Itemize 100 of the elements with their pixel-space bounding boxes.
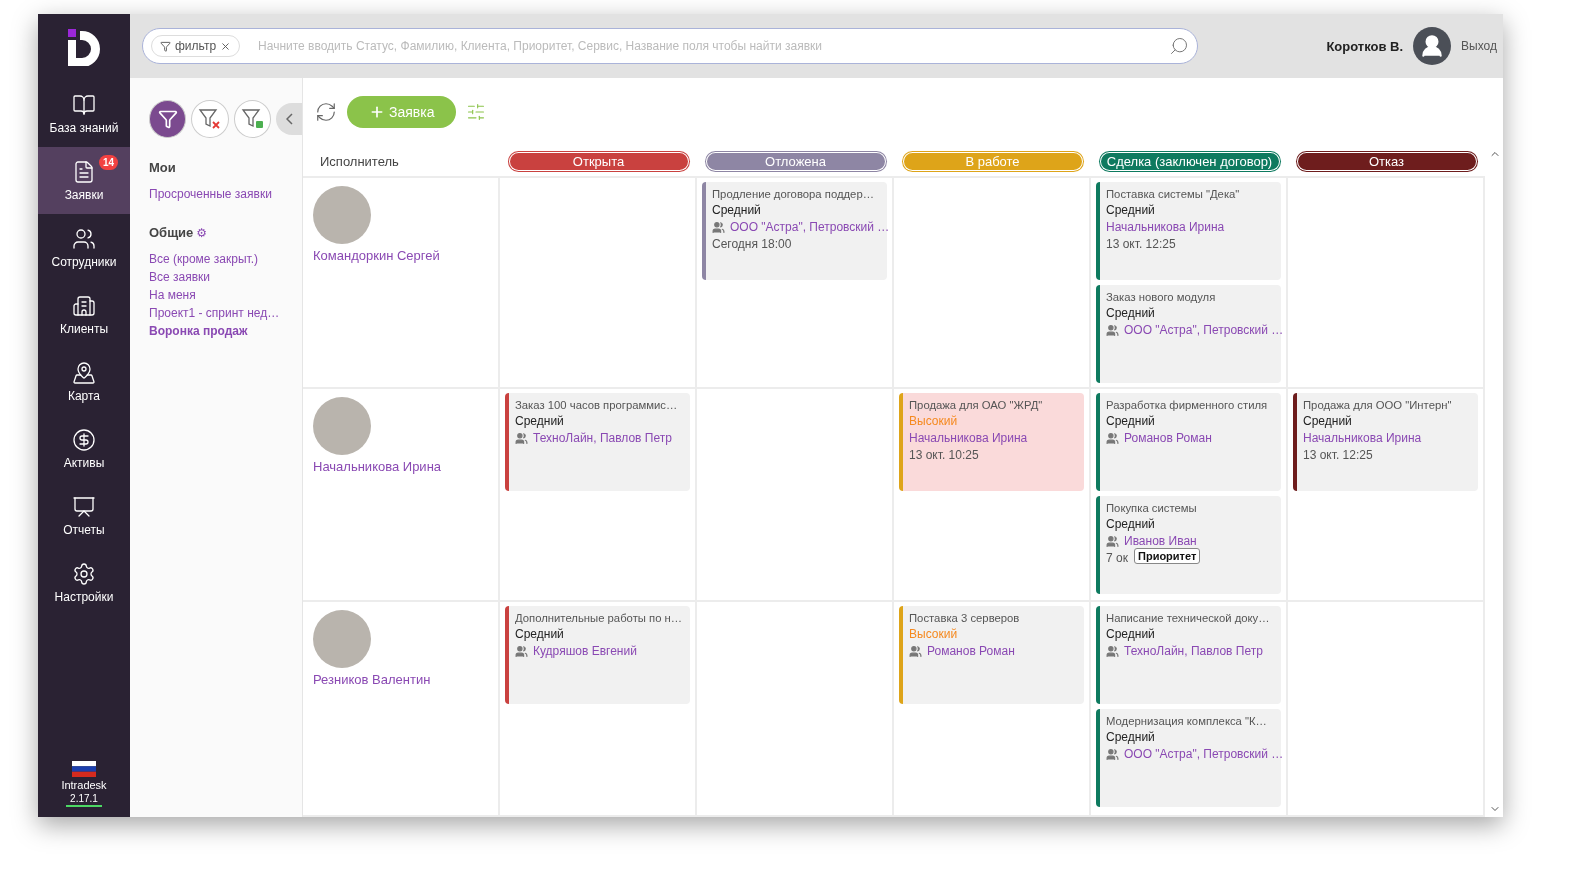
priority-label: Средний	[1106, 203, 1156, 217]
filter-clear-icon	[198, 108, 223, 130]
search-icon[interactable]	[1169, 36, 1189, 56]
nav-item[interactable]: Клиенты	[38, 281, 130, 348]
request-card[interactable]: Модернизация комплекса "К… Средний ООО "Астра", Петровский …	[1096, 709, 1281, 807]
card-title: Поставка системы "Дека"	[1106, 188, 1241, 200]
nav-item[interactable]: Карта	[38, 348, 130, 415]
assignee-link[interactable]: Начальникова Ирина	[1106, 220, 1225, 234]
chip-label: фильтр	[175, 39, 217, 53]
status-pill: Отложена	[705, 151, 886, 171]
nav-item[interactable]: База знаний	[38, 80, 130, 147]
filter-link[interactable]: Проект1 - спринт нед…	[149, 304, 302, 322]
nav-label: Карта	[67, 388, 101, 403]
performer-name[interactable]: Начальникова Ирина	[313, 459, 488, 474]
priority-label: Средний	[1106, 627, 1156, 641]
people-icon	[1106, 323, 1119, 337]
people-icon	[1106, 431, 1119, 445]
building-icon	[72, 293, 96, 318]
refresh-button[interactable]	[315, 101, 337, 123]
request-card[interactable]: Дополнительные работы по н… Средний Кудряшов Евгений	[505, 606, 690, 704]
logo-icon	[66, 28, 102, 66]
filter-link[interactable]: На меня	[149, 286, 302, 304]
settings-icon	[72, 561, 96, 586]
request-card[interactable]: Поставка системы "Дека" Средний Начальникова Ирина 13 окт. 12:25	[1096, 182, 1281, 280]
request-card[interactable]: Поставка 3 серверов Высокий Романов Роман	[899, 606, 1084, 704]
nav-item[interactable]: Настройки	[38, 549, 130, 616]
card-title: Поставка 3 серверов	[909, 612, 1021, 624]
settings-icon[interactable]: ⚙	[196, 225, 208, 240]
card-title: Покупка системы	[1106, 502, 1198, 514]
collapse-button[interactable]	[276, 103, 302, 135]
people-icon	[909, 644, 922, 658]
search-field[interactable]: фильтр Начните вводить Статус, Фамилию, Клиента, Приоритет, Сервис, Название поля чтобы найти заявки	[142, 28, 1198, 64]
priority-label: Средний	[712, 203, 762, 217]
nav-item[interactable]: Заявки 14	[38, 147, 130, 214]
priority-label: Высокий	[909, 627, 959, 641]
assignee-link[interactable]: Иванов Иван	[1106, 534, 1197, 548]
performer-name[interactable]: Командоркин Сергей	[313, 248, 488, 263]
flag-icon[interactable]	[72, 761, 96, 777]
card-title: Заказ 100 часов программис…	[515, 399, 679, 411]
map-icon	[72, 360, 96, 385]
dollar-icon	[72, 427, 96, 452]
nav-label: Настройки	[54, 589, 114, 604]
nav-item[interactable]: Отчеты	[38, 482, 130, 549]
assignee-link[interactable]: ТехноЛайн, Павлов Петр	[1106, 644, 1263, 658]
priority-label: Средний	[1106, 306, 1156, 320]
nav-item[interactable]: Сотрудники	[38, 214, 130, 281]
card-title: Модернизация комплекса "К…	[1106, 715, 1268, 727]
card-date: 7 ок	[1106, 551, 1128, 565]
card-title: Заказ нового модуля	[1106, 291, 1217, 303]
assignee-link[interactable]: Начальникова Ирина	[909, 431, 1028, 445]
card-title: Продление договора поддер…	[712, 188, 875, 200]
nav-label: База знаний	[49, 120, 119, 135]
filter-button[interactable]	[149, 100, 187, 138]
assignee-link[interactable]: Кудряшов Евгений	[515, 644, 637, 658]
request-card[interactable]: Продажа для ООО "Интерн" Средний Начальникова Ирина 13 окт. 12:25	[1293, 393, 1478, 491]
filter-link[interactable]: Просроченные заявки	[149, 185, 302, 203]
people-icon	[1106, 534, 1119, 548]
filter-button[interactable]	[233, 100, 272, 138]
card-title: Разработка фирменного стиля	[1106, 399, 1269, 411]
request-card[interactable]: Заказ нового модуля Средний ООО "Астра", Петровский …	[1096, 285, 1281, 383]
filter-link[interactable]: Все (кроме закрыт.)	[149, 250, 302, 268]
card-date: 13 окт. 12:25	[1106, 237, 1176, 251]
version-label: 2.17.1	[66, 793, 102, 807]
priority-label: Средний	[515, 414, 565, 428]
filter-link[interactable]: Все заявки	[149, 268, 302, 286]
assignee-link[interactable]: ООО "Астра", Петровский …	[1106, 323, 1284, 337]
sliders-icon[interactable]	[466, 102, 487, 122]
request-card[interactable]: Написание технической доку… Средний ТехноЛайн, Павлов Петр	[1096, 606, 1281, 704]
request-card[interactable]: Продажа для ОАО "ЖРД" Высокий Начальникова Ирина 13 окт. 10:25	[899, 393, 1084, 491]
assignee-link[interactable]: ООО "Астра", Петровский …	[1106, 747, 1284, 761]
user-name: Коротков В.	[1326, 38, 1404, 54]
nav-item[interactable]: Активы	[38, 415, 130, 482]
people-icon	[72, 226, 96, 251]
assignee-link[interactable]: Романов Роман	[1106, 431, 1212, 445]
column-header: Исполнитель	[319, 153, 399, 169]
filter-button[interactable]	[191, 100, 229, 138]
card-date: Сегодня 18:00	[712, 237, 792, 251]
status-pill: Сделка (заключен договор)	[1099, 151, 1280, 171]
assignee-link[interactable]: Романов Роман	[909, 644, 1015, 658]
performer-name[interactable]: Резников Валентин	[313, 672, 488, 687]
filter-icon	[160, 40, 171, 52]
assignee-link[interactable]: ООО "Астра", Петровский …	[712, 220, 890, 234]
card-title: Продажа для ОАО "ЖРД"	[909, 399, 1044, 411]
count-badge: 14	[99, 155, 119, 170]
avatar-icon[interactable]	[1413, 27, 1452, 65]
close-icon[interactable]	[220, 40, 232, 52]
card-title: Дополнительные работы по н…	[515, 612, 684, 624]
logout-link[interactable]: Выход	[1461, 39, 1497, 53]
people-icon	[1106, 644, 1119, 658]
document-icon	[72, 159, 96, 184]
filter-link[interactable]: Воронка продаж	[149, 322, 302, 340]
chevron-left-icon	[285, 113, 293, 125]
request-card[interactable]: Разработка фирменного стиля Средний Романов Роман	[1096, 393, 1281, 491]
request-card[interactable]: Продление договора поддер… Средний ООО "Астра", Петровский … Сегодня 18:00	[702, 182, 887, 280]
assignee-link[interactable]: Начальникова Ирина	[1303, 431, 1422, 445]
assignee-link[interactable]: ТехноЛайн, Павлов Петр	[515, 431, 672, 445]
request-card[interactable]: Заказ 100 часов программис… Средний ТехноЛайн, Павлов Петр	[505, 393, 690, 491]
card-title: Продажа для ООО "Интерн"	[1303, 399, 1453, 411]
request-card[interactable]: Покупка системы Средний Иванов Иван 7 ок Приоритет	[1096, 496, 1281, 594]
nav-label: Отчеты	[63, 522, 105, 537]
